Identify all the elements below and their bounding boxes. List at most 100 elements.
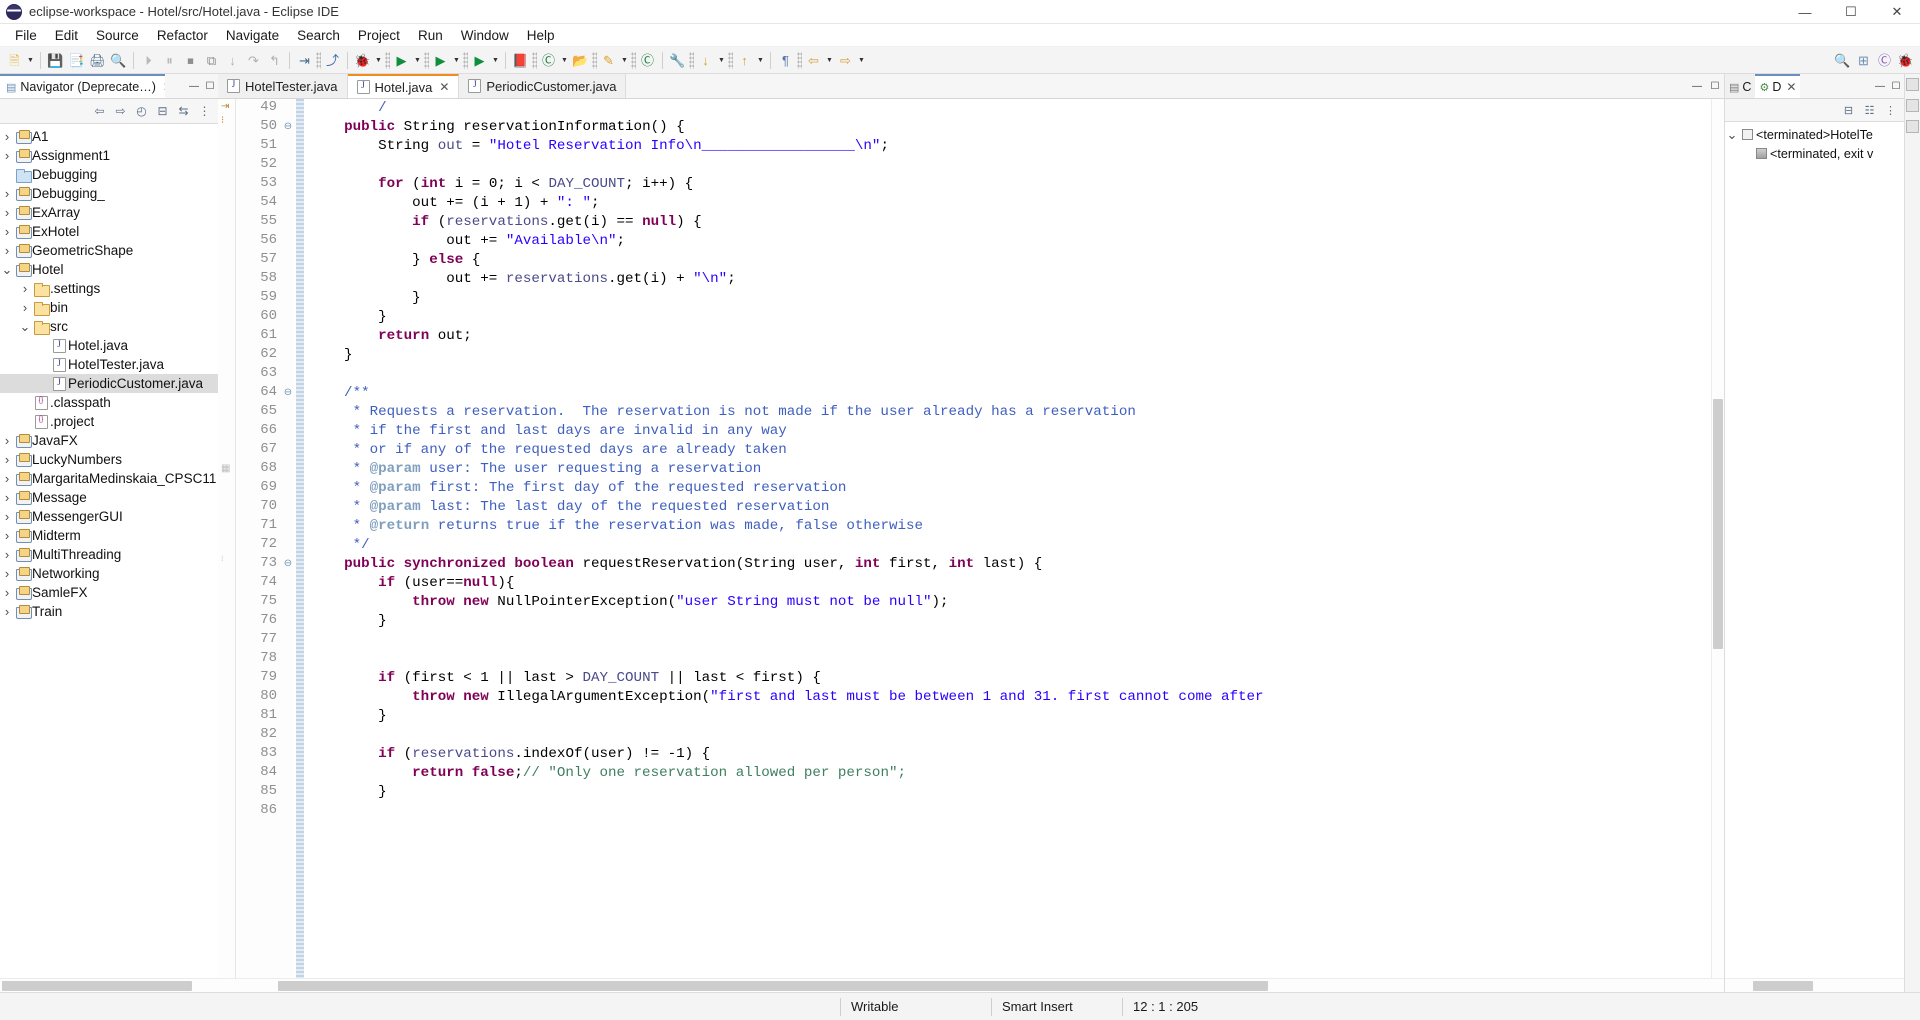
chevron-down-icon[interactable]: ⌄ <box>1725 128 1739 141</box>
tree-item-debugging-[interactable]: › Debugging_ <box>0 184 218 203</box>
tree-item-midterm[interactable]: › Midterm <box>0 526 218 545</box>
code-line[interactable]: return false;// "Only one reservation al… <box>310 764 1724 783</box>
code-line[interactable]: throw new IllegalArgumentException("firs… <box>310 688 1724 707</box>
toolbar-drag-handle[interactable] <box>728 51 733 69</box>
debug-tree-item[interactable]: ⌄ <terminated>HotelTe <box>1725 125 1904 144</box>
debug-icon[interactable]: 🐞 <box>352 50 373 71</box>
menu-window[interactable]: Window <box>452 26 518 45</box>
chevron-down-icon[interactable]: ▼ <box>856 50 867 70</box>
code-line[interactable] <box>310 650 1724 669</box>
chevron-down-icon[interactable]: ▼ <box>25 50 36 70</box>
menu-help[interactable]: Help <box>518 26 564 45</box>
code-line[interactable]: out += "Available\n"; <box>310 232 1724 251</box>
chevron-right-icon[interactable]: › <box>0 604 14 619</box>
chevron-down-icon[interactable]: ⌄ <box>0 263 14 276</box>
chevron-down-icon[interactable]: ▼ <box>559 50 570 70</box>
tree-item-luckynumbers[interactable]: › LuckyNumbers <box>0 450 218 469</box>
chevron-right-icon[interactable]: › <box>0 471 14 486</box>
toolbar-drag-handle[interactable] <box>316 51 321 69</box>
code-line[interactable]: * or if any of the requested days are al… <box>310 441 1724 460</box>
step-over-icon[interactable]: ↷ <box>243 50 264 71</box>
chevron-right-icon[interactable]: › <box>0 224 14 239</box>
toolbar-drag-handle[interactable] <box>385 51 390 69</box>
source-code-text[interactable]: / public String reservationInformation()… <box>304 99 1724 978</box>
code-line[interactable]: } else { <box>310 251 1724 270</box>
skip-breakpoints-icon[interactable]: ⤴ <box>322 50 343 71</box>
view-menu-icon[interactable]: ⋮ <box>195 102 214 121</box>
debug-perspective-icon[interactable]: 🐞 <box>1895 50 1916 71</box>
code-line[interactable]: for (int i = 0; i < DAY_COUNT; i++) { <box>310 175 1724 194</box>
collapse-all-icon[interactable]: ⊟ <box>1839 101 1858 120</box>
menu-file[interactable]: File <box>6 26 46 45</box>
back-arrow-icon[interactable]: ⇦ <box>90 102 109 121</box>
fold-toggle-icon[interactable]: ⊖ <box>281 118 295 137</box>
code-editor[interactable]: ⇥ ⁝ ▦ ⁝ 49 50 51 52 53 54 55 56 57 58 59 60 61 62 63 64… <box>218 99 1724 978</box>
code-line[interactable]: } <box>310 346 1724 365</box>
collapse-all-icon[interactable]: ⊟ <box>153 102 172 121</box>
chevron-right-icon[interactable]: › <box>0 566 14 581</box>
back-icon[interactable]: ⇦ <box>803 50 824 71</box>
chevron-right-icon[interactable]: › <box>0 205 14 220</box>
editor-hscrollbar[interactable] <box>218 978 1724 992</box>
link-editor-icon[interactable]: 🔍 <box>108 50 129 71</box>
folding-column[interactable]: ⊖ ⊖ ⊖ <box>281 99 295 978</box>
save-icon[interactable]: 💾 <box>45 50 66 71</box>
open-declaration-icon[interactable]: ⇥ <box>294 50 315 71</box>
toolbar-drag-handle[interactable] <box>424 51 429 69</box>
tree-item-message[interactable]: › Message <box>0 488 218 507</box>
chevron-right-icon[interactable]: › <box>0 148 14 163</box>
code-line[interactable]: } <box>310 783 1724 802</box>
chevron-right-icon[interactable]: › <box>0 129 14 144</box>
link-with-editor-icon[interactable]: ⇆ <box>174 102 193 121</box>
code-line[interactable]: * @param first: The first day of the req… <box>310 479 1724 498</box>
toolbar-drag-handle[interactable] <box>631 51 636 69</box>
tree-item-hotel[interactable]: ⌄ Hotel <box>0 260 218 279</box>
chevron-down-icon[interactable]: ▼ <box>824 50 835 70</box>
terminate-icon[interactable]: ⏹ <box>180 50 201 71</box>
chevron-right-icon[interactable]: › <box>0 585 14 600</box>
close-icon[interactable]: ✕ <box>1786 80 1796 94</box>
run-icon[interactable]: ▶ <box>391 50 412 71</box>
editor-vscroll-thumb[interactable] <box>1713 399 1723 649</box>
tree-item-assignment1[interactable]: › Assignment1 <box>0 146 218 165</box>
close-icon[interactable]: ✕ <box>439 80 449 94</box>
code-line[interactable]: */ <box>310 536 1724 555</box>
step-into-icon[interactable]: ↓ <box>222 50 243 71</box>
tree-item-hoteltester-java[interactable]: HotelTester.java <box>0 355 218 374</box>
menu-run[interactable]: Run <box>409 26 452 45</box>
forward-arrow-icon[interactable]: ⇨ <box>111 102 130 121</box>
project-tree[interactable]: › A1 › Assignment1 Debugging › Debugging_ › ExAr… <box>0 124 218 978</box>
open-type-icon[interactable]: 📂 <box>570 50 591 71</box>
step-return-icon[interactable]: ↰ <box>264 50 285 71</box>
toolbar-drag-handle[interactable] <box>463 51 468 69</box>
chevron-right-icon[interactable]: › <box>0 547 14 562</box>
code-line[interactable] <box>310 802 1724 821</box>
menu-source[interactable]: Source <box>87 26 148 45</box>
view-filters-icon[interactable]: ☷ <box>1860 101 1879 120</box>
chevron-right-icon[interactable]: › <box>0 490 14 505</box>
chevron-down-icon[interactable]: ▼ <box>451 50 462 70</box>
tree-item-javafx[interactable]: › JavaFX <box>0 431 218 450</box>
menu-project[interactable]: Project <box>349 26 409 45</box>
editor-tab-hoteltester-java[interactable]: HotelTester.java <box>218 74 348 98</box>
open-task-icon[interactable]: 📕 <box>510 50 531 71</box>
code-line[interactable]: out += reservations.get(i) + "\n"; <box>310 270 1724 289</box>
external-tools-icon[interactable]: 🔧 <box>667 50 688 71</box>
code-line[interactable]: / <box>310 99 1724 118</box>
code-line[interactable]: return out; <box>310 327 1724 346</box>
tree-item-debugging[interactable]: Debugging <box>0 165 218 184</box>
debug-hscroll-thumb[interactable] <box>1753 981 1813 991</box>
new-class-icon[interactable]: Ⓒ <box>637 50 658 71</box>
tree-item-networking[interactable]: › Networking <box>0 564 218 583</box>
quick-access-search-icon[interactable]: 🔍 <box>1832 50 1853 71</box>
chevron-down-icon[interactable]: ▼ <box>716 50 727 70</box>
chevron-right-icon[interactable]: › <box>0 433 14 448</box>
menu-refactor[interactable]: Refactor <box>148 26 217 45</box>
minimize-button[interactable]: — <box>1782 0 1828 24</box>
previous-annotation-icon[interactable]: ↑ <box>734 50 755 71</box>
code-line[interactable]: if (reservations.get(i) == null) { <box>310 213 1724 232</box>
tree-item-a1[interactable]: › A1 <box>0 127 218 146</box>
menu-navigate[interactable]: Navigate <box>217 26 288 45</box>
chevron-down-icon[interactable]: ▼ <box>619 50 630 70</box>
code-line[interactable]: } <box>310 612 1724 631</box>
